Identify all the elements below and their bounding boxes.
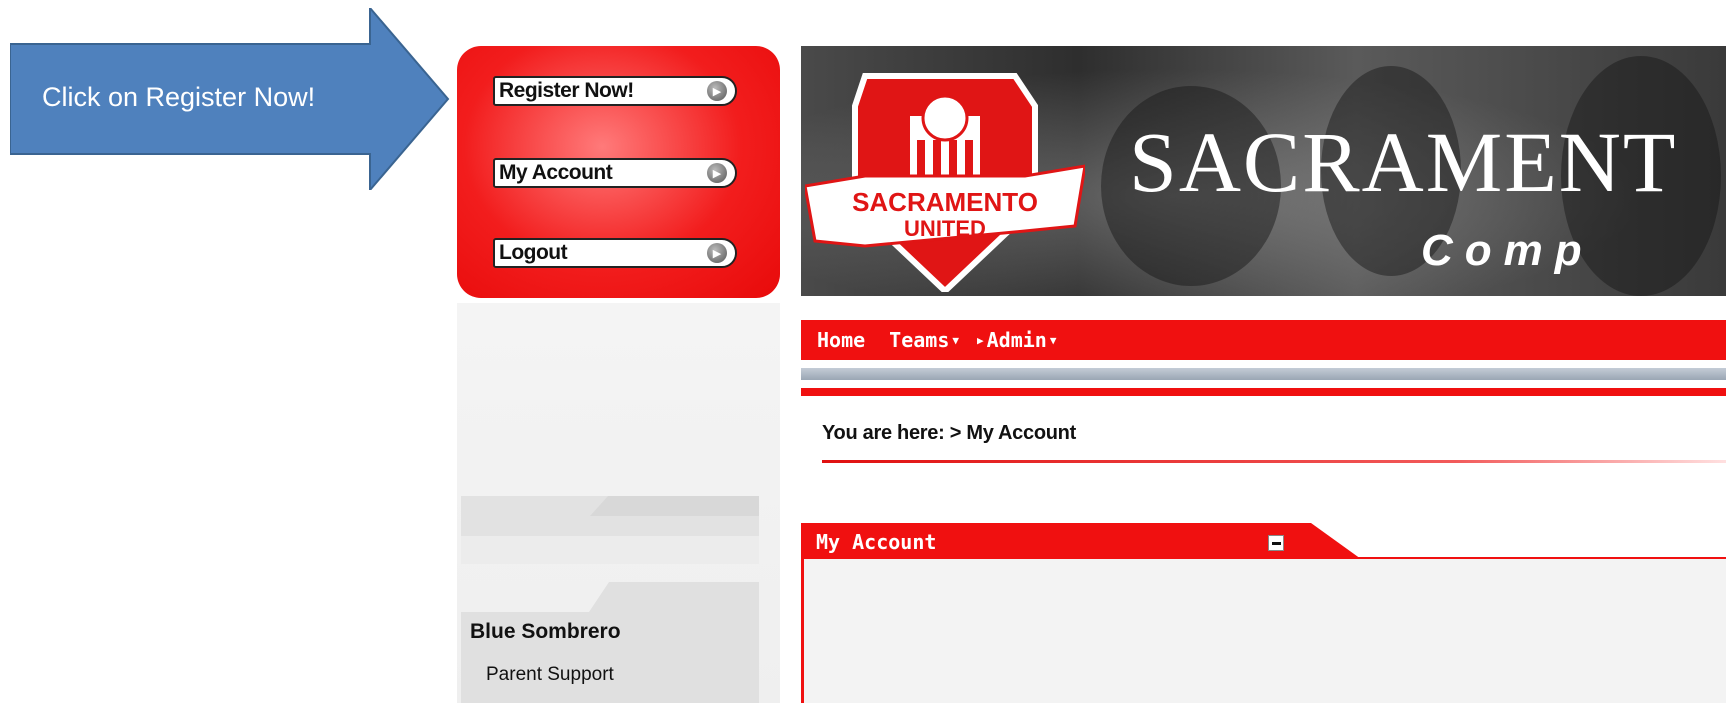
breadcrumb: You are here: > My Account (822, 422, 1076, 445)
callout-arrow: Click on Register Now! (10, 8, 450, 190)
crest-top-text: SACRAMENTO (852, 187, 1038, 217)
my-account-label: My Account (499, 161, 613, 184)
callout-text: Click on Register Now! (42, 82, 316, 112)
nav-teams[interactable]: Teams ▼ (889, 328, 959, 352)
banner-title: SACRAMENT (1129, 114, 1678, 210)
banner-subtitle: Comp (1421, 226, 1594, 275)
sidebar-heading: Blue Sombrero (470, 620, 621, 643)
register-now-label: Register Now! (499, 79, 634, 102)
site-banner: SACRAMENTO UNITED SACRAMENT Comp (801, 46, 1726, 296)
chevron-down-icon: ▼ (1049, 333, 1057, 347)
panel-body (801, 559, 1726, 703)
login-box: Register Now! ▶ My Account ▶ Logout ▶ (457, 46, 780, 298)
nav-admin[interactable]: ▶ Admin ▼ (977, 328, 1056, 352)
panel-title: My Account (816, 530, 937, 554)
arrow-right-icon: ▶ (707, 163, 727, 183)
breadcrumb-prefix: You are here: > (822, 422, 967, 444)
parent-support-link[interactable]: Parent Support (486, 664, 614, 686)
nav-admin-label: Admin (986, 328, 1047, 352)
logout-label: Logout (499, 241, 568, 264)
collapse-icon[interactable] (1268, 535, 1284, 551)
chevron-down-icon: ▼ (952, 333, 960, 347)
crest-bottom-text: UNITED (904, 216, 986, 241)
main-nav-bar: Home Teams ▼ ▶ Admin ▼ (801, 320, 1726, 360)
register-now-button[interactable]: Register Now! ▶ (493, 76, 737, 106)
sidebar-tab-lower (461, 536, 759, 564)
chevron-right-icon: ▶ (977, 333, 984, 347)
logout-button[interactable]: Logout ▶ (493, 238, 737, 268)
sidebar-tab-top (590, 496, 759, 516)
club-crest-logo: SACRAMENTO UNITED (805, 73, 1085, 292)
my-account-button[interactable]: My Account ▶ (493, 158, 737, 188)
nav-divider-red (801, 388, 1726, 396)
nav-teams-label: Teams (889, 328, 950, 352)
nav-home[interactable]: Home (817, 328, 865, 352)
nav-divider-grey (801, 368, 1726, 380)
breadcrumb-current[interactable]: My Account (966, 422, 1076, 444)
nav-home-label: Home (817, 328, 866, 352)
arrow-right-icon: ▶ (707, 81, 727, 101)
arrow-right-icon: ▶ (707, 243, 727, 263)
breadcrumb-underline (822, 460, 1726, 463)
